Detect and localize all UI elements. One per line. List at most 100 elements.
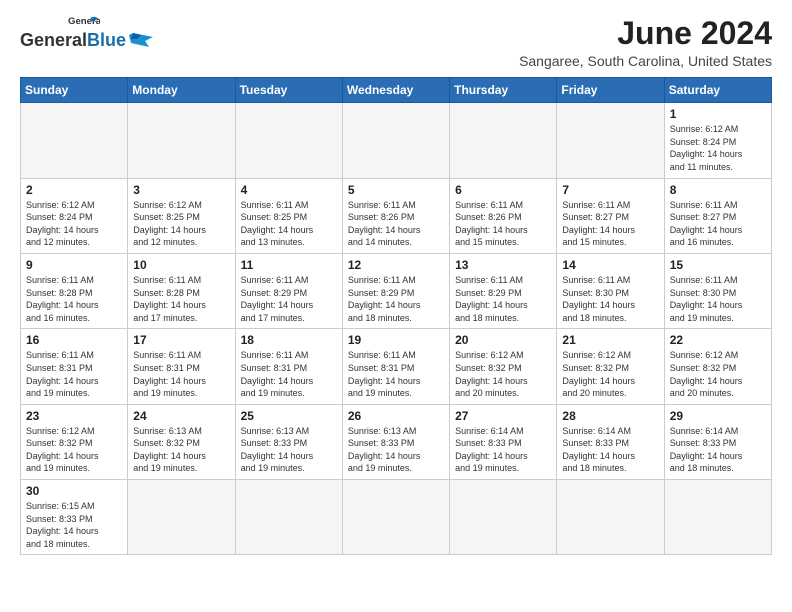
logo-general-text: General: [20, 30, 87, 51]
calendar-cell: [128, 103, 235, 178]
header-sunday: Sunday: [21, 78, 128, 103]
day-info: Sunrise: 6:14 AM Sunset: 8:33 PM Dayligh…: [455, 425, 551, 475]
day-number: 13: [455, 258, 551, 272]
day-info: Sunrise: 6:12 AM Sunset: 8:25 PM Dayligh…: [133, 199, 229, 249]
calendar-cell: 10 Sunrise: 6:11 AM Sunset: 8:28 PM Dayli…: [128, 253, 235, 328]
calendar-cell: [128, 480, 235, 555]
day-info: Sunrise: 6:11 AM Sunset: 8:29 PM Dayligh…: [348, 274, 444, 324]
day-info: Sunrise: 6:12 AM Sunset: 8:32 PM Dayligh…: [455, 349, 551, 399]
day-info: Sunrise: 6:11 AM Sunset: 8:31 PM Dayligh…: [241, 349, 337, 399]
day-info: Sunrise: 6:11 AM Sunset: 8:29 PM Dayligh…: [455, 274, 551, 324]
calendar-cell: 13 Sunrise: 6:11 AM Sunset: 8:29 PM Dayli…: [450, 253, 557, 328]
calendar-cell: [342, 103, 449, 178]
calendar-week-0: 1 Sunrise: 6:12 AM Sunset: 8:24 PM Daylig…: [21, 103, 772, 178]
day-number: 24: [133, 409, 229, 423]
calendar-cell: 21 Sunrise: 6:12 AM Sunset: 8:32 PM Dayli…: [557, 329, 664, 404]
day-number: 11: [241, 258, 337, 272]
day-info: Sunrise: 6:11 AM Sunset: 8:28 PM Dayligh…: [133, 274, 229, 324]
day-info: Sunrise: 6:11 AM Sunset: 8:29 PM Dayligh…: [241, 274, 337, 324]
calendar-cell: 7Sunrise: 6:11 AM Sunset: 8:27 PM Daylig…: [557, 178, 664, 253]
day-number: 9: [26, 258, 122, 272]
day-number: 25: [241, 409, 337, 423]
day-info: Sunrise: 6:11 AM Sunset: 8:26 PM Dayligh…: [348, 199, 444, 249]
day-number: 26: [348, 409, 444, 423]
day-info: Sunrise: 6:11 AM Sunset: 8:30 PM Dayligh…: [562, 274, 658, 324]
calendar-cell: 3Sunrise: 6:12 AM Sunset: 8:25 PM Daylig…: [128, 178, 235, 253]
day-number: 17: [133, 333, 229, 347]
calendar-cell: 8Sunrise: 6:11 AM Sunset: 8:27 PM Daylig…: [664, 178, 771, 253]
day-info: Sunrise: 6:12 AM Sunset: 8:32 PM Dayligh…: [562, 349, 658, 399]
calendar-week-3: 16 Sunrise: 6:11 AM Sunset: 8:31 PM Dayli…: [21, 329, 772, 404]
day-number: 1: [670, 107, 766, 121]
day-number: 23: [26, 409, 122, 423]
day-info: Sunrise: 6:11 AM Sunset: 8:27 PM Dayligh…: [562, 199, 658, 249]
day-info: Sunrise: 6:13 AM Sunset: 8:32 PM Dayligh…: [133, 425, 229, 475]
day-number: 21: [562, 333, 658, 347]
calendar-cell: 11 Sunrise: 6:11 AM Sunset: 8:29 PM Dayli…: [235, 253, 342, 328]
calendar-cell: [235, 103, 342, 178]
day-info: Sunrise: 6:11 AM Sunset: 8:31 PM Dayligh…: [348, 349, 444, 399]
calendar-cell: 18 Sunrise: 6:11 AM Sunset: 8:31 PM Dayli…: [235, 329, 342, 404]
day-number: 8: [670, 183, 766, 197]
day-number: 22: [670, 333, 766, 347]
calendar-cell: 22 Sunrise: 6:12 AM Sunset: 8:32 PM Dayli…: [664, 329, 771, 404]
day-info: Sunrise: 6:14 AM Sunset: 8:33 PM Dayligh…: [562, 425, 658, 475]
calendar-header-row: SundayMondayTuesdayWednesdayThursdayFrid…: [21, 78, 772, 103]
day-number: 12: [348, 258, 444, 272]
day-info: Sunrise: 6:11 AM Sunset: 8:25 PM Dayligh…: [241, 199, 337, 249]
calendar-week-1: 2 Sunrise: 6:12 AM Sunset: 8:24 PM Daylig…: [21, 178, 772, 253]
logo: General General Blue: [20, 16, 155, 51]
day-info: Sunrise: 6:12 AM Sunset: 8:24 PM Dayligh…: [670, 123, 766, 173]
day-info: Sunrise: 6:13 AM Sunset: 8:33 PM Dayligh…: [241, 425, 337, 475]
day-number: 15: [670, 258, 766, 272]
calendar-cell: 29Sunrise: 6:14 AM Sunset: 8:33 PM Dayli…: [664, 404, 771, 479]
location-title: Sangaree, South Carolina, United States: [519, 53, 772, 69]
day-info: Sunrise: 6:12 AM Sunset: 8:32 PM Dayligh…: [26, 425, 122, 475]
header-wednesday: Wednesday: [342, 78, 449, 103]
day-number: 2: [26, 183, 122, 197]
day-number: 16: [26, 333, 122, 347]
day-number: 27: [455, 409, 551, 423]
day-number: 30: [26, 484, 122, 498]
calendar-cell: 23 Sunrise: 6:12 AM Sunset: 8:32 PM Dayli…: [21, 404, 128, 479]
calendar-week-4: 23 Sunrise: 6:12 AM Sunset: 8:32 PM Dayli…: [21, 404, 772, 479]
day-info: Sunrise: 6:12 AM Sunset: 8:32 PM Dayligh…: [670, 349, 766, 399]
calendar-cell: 27 Sunrise: 6:14 AM Sunset: 8:33 PM Dayli…: [450, 404, 557, 479]
day-number: 18: [241, 333, 337, 347]
calendar-week-2: 9 Sunrise: 6:11 AM Sunset: 8:28 PM Daylig…: [21, 253, 772, 328]
calendar-cell: 30Sunrise: 6:15 AM Sunset: 8:33 PM Dayli…: [21, 480, 128, 555]
calendar-cell: 9Sunrise: 6:11 AM Sunset: 8:28 PM Daylig…: [21, 253, 128, 328]
logo-bird-icon: [127, 31, 155, 49]
calendar-cell: [664, 480, 771, 555]
calendar-cell: 12 Sunrise: 6:11 AM Sunset: 8:29 PM Dayli…: [342, 253, 449, 328]
day-info: Sunrise: 6:11 AM Sunset: 8:26 PM Dayligh…: [455, 199, 551, 249]
header-saturday: Saturday: [664, 78, 771, 103]
day-info: Sunrise: 6:12 AM Sunset: 8:24 PM Dayligh…: [26, 199, 122, 249]
header-monday: Monday: [128, 78, 235, 103]
day-number: 10: [133, 258, 229, 272]
header-friday: Friday: [557, 78, 664, 103]
header-thursday: Thursday: [450, 78, 557, 103]
day-info: Sunrise: 6:11 AM Sunset: 8:31 PM Dayligh…: [133, 349, 229, 399]
calendar-cell: 26 Sunrise: 6:13 AM Sunset: 8:33 PM Dayli…: [342, 404, 449, 479]
header-tuesday: Tuesday: [235, 78, 342, 103]
calendar-cell: 17 Sunrise: 6:11 AM Sunset: 8:31 PM Dayli…: [128, 329, 235, 404]
calendar-cell: [450, 480, 557, 555]
day-number: 4: [241, 183, 337, 197]
calendar-cell: 20Sunrise: 6:12 AM Sunset: 8:32 PM Dayli…: [450, 329, 557, 404]
calendar-cell: [235, 480, 342, 555]
day-info: Sunrise: 6:13 AM Sunset: 8:33 PM Dayligh…: [348, 425, 444, 475]
calendar-cell: [342, 480, 449, 555]
calendar-cell: 25 Sunrise: 6:13 AM Sunset: 8:33 PM Dayli…: [235, 404, 342, 479]
month-title: June 2024: [519, 16, 772, 51]
day-info: Sunrise: 6:11 AM Sunset: 8:31 PM Dayligh…: [26, 349, 122, 399]
title-area: June 2024 Sangaree, South Carolina, Unit…: [519, 16, 772, 69]
calendar-cell: [450, 103, 557, 178]
day-number: 28: [562, 409, 658, 423]
calendar-table: SundayMondayTuesdayWednesdayThursdayFrid…: [20, 77, 772, 555]
calendar-cell: [557, 480, 664, 555]
day-number: 5: [348, 183, 444, 197]
day-number: 14: [562, 258, 658, 272]
day-number: 6: [455, 183, 551, 197]
day-number: 19: [348, 333, 444, 347]
